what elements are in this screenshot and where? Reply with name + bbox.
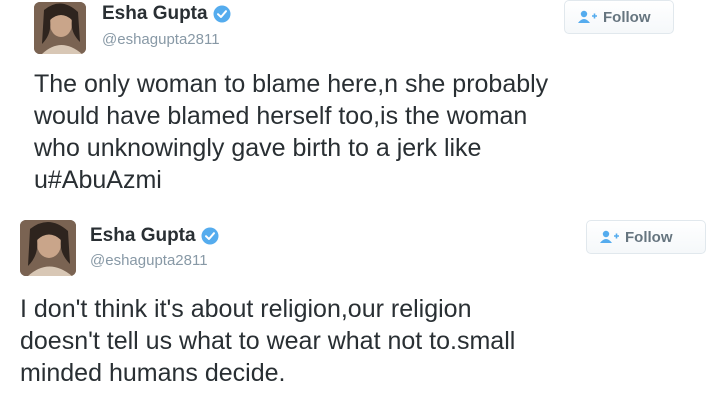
author-handle[interactable]: @eshagupta2811 bbox=[90, 252, 208, 269]
author-row: Esha Gupta bbox=[102, 3, 231, 25]
tweet-card: Esha Gupta @eshagupta2811 Follow I don't… bbox=[0, 212, 720, 410]
author-name[interactable]: Esha Gupta bbox=[90, 225, 196, 247]
author-name[interactable]: Esha Gupta bbox=[102, 3, 208, 25]
add-user-icon bbox=[599, 230, 619, 244]
add-user-icon bbox=[577, 10, 597, 24]
author-handle[interactable]: @eshagupta2811 bbox=[102, 31, 220, 48]
verified-badge-icon bbox=[201, 227, 219, 245]
follow-button[interactable]: Follow bbox=[564, 0, 674, 34]
avatar-photo-icon bbox=[34, 2, 86, 54]
follow-label: Follow bbox=[625, 228, 673, 246]
tweet-text: I don't think it's about religion,our re… bbox=[20, 295, 516, 387]
tweet-card: Esha Gupta @eshagupta2811 Follow The onl… bbox=[0, 0, 720, 212]
follow-button[interactable]: Follow bbox=[586, 220, 706, 254]
avatar-photo-icon bbox=[20, 220, 76, 276]
author-row: Esha Gupta bbox=[90, 225, 219, 247]
follow-label: Follow bbox=[603, 8, 651, 26]
verified-badge-icon bbox=[213, 5, 231, 23]
tweet-text: The only woman to blame here,n she proba… bbox=[34, 70, 549, 194]
avatar[interactable] bbox=[34, 2, 86, 54]
avatar[interactable] bbox=[20, 220, 76, 276]
